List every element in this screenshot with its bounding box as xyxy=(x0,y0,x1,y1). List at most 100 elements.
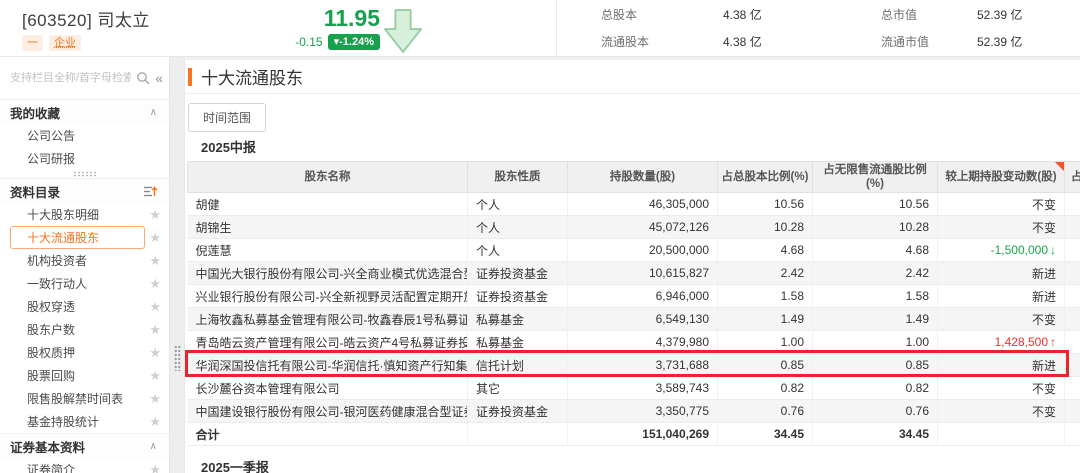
section-favorites-title: 我的收藏 xyxy=(10,103,60,122)
tag-company[interactable]: 企业 xyxy=(49,35,81,51)
column-header: 占无限售流通股比例(%) xyxy=(813,162,938,193)
star-icon[interactable]: ★ xyxy=(149,253,161,269)
sidebar-resize-handle[interactable] xyxy=(0,170,169,178)
table-cell: 证券投资基金 xyxy=(468,400,568,423)
table-row: 长沙麓谷资本管理有限公司其它3,589,7430.820.82不变 xyxy=(188,377,1080,400)
splitter-handle[interactable] xyxy=(174,345,181,371)
current-price: 11.95 xyxy=(280,7,380,30)
sidebar-item-label: 公司研报 xyxy=(10,147,161,170)
page-title-row: 十大流通股东 xyxy=(185,60,1080,94)
sidebar-item-label: 限售股解禁时间表 xyxy=(10,387,145,410)
table-cell: 2.42 xyxy=(813,262,938,285)
star-icon[interactable]: ★ xyxy=(149,207,161,223)
sidebar-item-label: 基金持股统计 xyxy=(10,410,145,433)
star-icon[interactable]: ★ xyxy=(149,276,161,292)
star-icon[interactable]: ★ xyxy=(149,462,161,473)
shareholders-table-wrap: 股东名称股东性质持股数量(股)占总股本比例(%)占无限售流通股比例(%)较上期持… xyxy=(187,161,1080,446)
sidebar-item[interactable]: 证券简介★ xyxy=(0,458,169,473)
time-range-button[interactable]: 时间范围 xyxy=(188,103,266,132)
table-cell: 10.56 xyxy=(813,193,938,216)
sidebar-item[interactable]: 十大股东明细★ xyxy=(0,203,169,226)
table-cell: 1.49 xyxy=(813,308,938,331)
favorites-items: 公司公告公司研报 xyxy=(0,124,169,170)
sidebar-item[interactable]: 十大流通股东★ xyxy=(0,226,169,249)
sidebar-item[interactable]: 基金持股统计★ xyxy=(0,410,169,433)
sidebar-item[interactable]: 机构投资者★ xyxy=(0,249,169,272)
securities-items: 证券简介★ xyxy=(0,458,169,473)
search-input[interactable] xyxy=(10,72,131,84)
change-value: 不变 xyxy=(1032,405,1056,419)
table-row: 华润深国投信托有限公司-华润信托·慎知资产行知集合资金...信托计划3,731,… xyxy=(188,354,1080,377)
star-icon[interactable]: ★ xyxy=(149,414,161,430)
price-down-arrow-icon xyxy=(383,8,423,54)
star-icon[interactable]: ★ xyxy=(149,299,161,315)
star-icon[interactable]: ★ xyxy=(149,230,161,246)
stock-code-name: [603520] 司太立 xyxy=(22,6,280,31)
stock-identity: [603520] 司太立 一 企业 xyxy=(0,6,280,51)
table-cell: 10.28 xyxy=(718,216,813,239)
star-icon[interactable]: ★ xyxy=(149,345,161,361)
table-cell: 长沙麓谷资本管理有限公司 xyxy=(188,377,468,400)
table-cell: 私募基金 xyxy=(468,308,568,331)
table-row: 兴业银行股份有限公司-兴全新视野灵活配置定期开放混合...证券投资基金6,946… xyxy=(188,285,1080,308)
corner-marker-icon xyxy=(1055,162,1064,171)
price-change-percent: -1.24% xyxy=(339,36,374,48)
stat-value: 4.38 亿 xyxy=(723,6,881,23)
star-icon[interactable]: ★ xyxy=(149,322,161,338)
sort-list-icon[interactable] xyxy=(143,185,157,198)
price-block: 11.95 -0.15 ▾-1.24% xyxy=(280,7,380,50)
table-cell xyxy=(1065,239,1080,262)
table-cell: 胡锦生 xyxy=(188,216,468,239)
table-cell: 3,589,743 xyxy=(568,377,718,400)
star-icon[interactable]: ★ xyxy=(149,368,161,384)
sidebar-item[interactable]: 公司研报 xyxy=(0,147,169,170)
search-icon[interactable] xyxy=(136,71,150,85)
star-icon[interactable]: ★ xyxy=(149,391,161,407)
change-cell: 不变 xyxy=(938,308,1065,331)
chevron-up-icon: ∧ xyxy=(150,107,157,118)
table-cell: 信托计划 xyxy=(468,354,568,377)
collapse-sidebar-icon[interactable]: « xyxy=(155,70,163,86)
table-cell xyxy=(1065,331,1080,354)
sidebar-item-label: 股东户数 xyxy=(10,318,145,341)
report-period: 2025中报 xyxy=(201,137,1080,153)
sidebar-item[interactable]: 公司公告 xyxy=(0,124,169,147)
sidebar-item[interactable]: 股权穿透★ xyxy=(0,295,169,318)
table-row: 中国建设银行股份有限公司-银河医药健康混合型证券投资...证券投资基金3,350… xyxy=(188,400,1080,423)
toolbar: 时间范围 xyxy=(185,94,1080,127)
up-arrow-icon: ↑ xyxy=(1050,335,1056,349)
table-cell: 0.85 xyxy=(813,354,938,377)
sidebar-item[interactable]: 一致行动人★ xyxy=(0,272,169,295)
sidebar-item-label: 一致行动人 xyxy=(10,272,145,295)
drag-dots-icon xyxy=(73,171,97,177)
next-report-period: 2025一季报 xyxy=(201,457,1080,473)
table-cell: 0.85 xyxy=(718,354,813,377)
table-cell xyxy=(1065,400,1080,423)
main-panel: 十大流通股东 时间范围 2025中报 股东名称股东性质持股数量(股)占总股本比例… xyxy=(184,60,1080,473)
table-cell xyxy=(1065,354,1080,377)
sidebar-item[interactable]: 限售股解禁时间表★ xyxy=(0,387,169,410)
table-cell: 10.28 xyxy=(813,216,938,239)
sidebar-item[interactable]: 股东户数★ xyxy=(0,318,169,341)
change-value: -1,500,000 xyxy=(991,243,1048,257)
section-catalog[interactable]: 资料目录 xyxy=(0,178,169,203)
section-securities[interactable]: 证券基本资料 ∧ xyxy=(0,433,169,458)
table-row: 胡锦生个人45,072,12610.2810.28不变 xyxy=(188,216,1080,239)
change-value: 不变 xyxy=(1032,198,1056,212)
table-cell: 46,305,000 xyxy=(568,193,718,216)
table-cell xyxy=(1065,308,1080,331)
sidebar-item[interactable]: 股票回购★ xyxy=(0,364,169,387)
panel-splitter[interactable] xyxy=(170,57,184,473)
sidebar-item-label: 十大股东明细 xyxy=(10,203,145,226)
change-cell: 不变 xyxy=(938,216,1065,239)
table-cell: 0.82 xyxy=(718,377,813,400)
section-favorites[interactable]: 我的收藏 ∧ xyxy=(0,99,169,124)
down-arrow-icon: ↓ xyxy=(1050,243,1056,257)
column-header: 占 xyxy=(1065,162,1080,193)
stat-value: 52.39 亿 xyxy=(977,33,1080,50)
title-accent-bar xyxy=(188,68,192,86)
sidebar-item[interactable]: 股权质押★ xyxy=(0,341,169,364)
change-value: 不变 xyxy=(1032,313,1056,327)
table-cell: 个人 xyxy=(468,239,568,262)
page-title: 十大流通股东 xyxy=(201,64,303,89)
